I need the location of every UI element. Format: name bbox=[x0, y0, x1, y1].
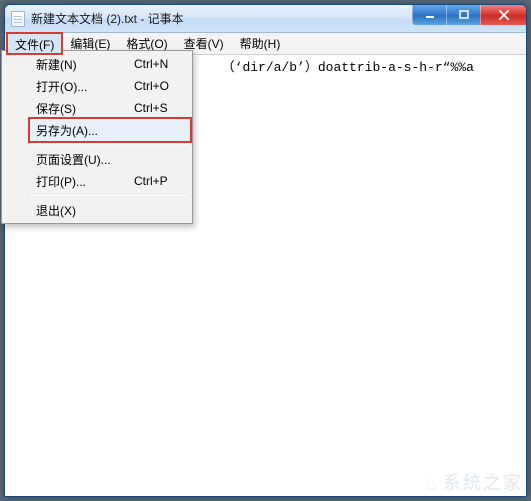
menu-item-new-shortcut: Ctrl+N bbox=[134, 57, 190, 71]
menu-item-save-as-label: 另存为(A)... bbox=[36, 122, 134, 139]
text-line: （‘dir/a/b’）doattrib-a-s-h-r“%%a bbox=[222, 60, 474, 75]
menu-item-print-shortcut: Ctrl+P bbox=[134, 174, 190, 188]
menu-separator bbox=[30, 195, 188, 196]
titlebar[interactable]: 新建文本文档 (2).txt - 记事本 bbox=[5, 5, 526, 33]
menu-item-new[interactable]: 新建(N) Ctrl+N bbox=[30, 53, 190, 75]
menu-file-label: 文件(F) bbox=[15, 36, 54, 53]
minimize-icon bbox=[425, 10, 435, 20]
menu-item-print-label: 打印(P)... bbox=[36, 173, 134, 190]
menu-item-save-label: 保存(S) bbox=[36, 100, 134, 117]
menu-item-save-shortcut: Ctrl+S bbox=[134, 101, 190, 115]
menu-item-open[interactable]: 打开(O)... Ctrl+O bbox=[30, 75, 190, 97]
menu-item-exit[interactable]: 退出(X) bbox=[30, 199, 190, 221]
menu-item-save-as[interactable]: 另存为(A)... bbox=[30, 119, 190, 141]
window-controls bbox=[412, 5, 526, 25]
menu-item-page-setup-label: 页面设置(U)... bbox=[36, 151, 134, 168]
menu-item-print[interactable]: 打印(P)... Ctrl+P bbox=[30, 170, 190, 192]
menu-help-label: 帮助(H) bbox=[240, 35, 281, 52]
menu-help[interactable]: 帮助(H) bbox=[232, 33, 289, 54]
notepad-icon bbox=[11, 11, 25, 27]
menu-item-page-setup[interactable]: 页面设置(U)... bbox=[30, 148, 190, 170]
maximize-button[interactable] bbox=[446, 5, 480, 25]
menu-item-exit-label: 退出(X) bbox=[36, 202, 134, 219]
menu-item-save[interactable]: 保存(S) Ctrl+S bbox=[30, 97, 190, 119]
window-title: 新建文本文档 (2).txt - 记事本 bbox=[31, 10, 184, 27]
menu-item-open-label: 打开(O)... bbox=[36, 78, 134, 95]
menu-item-open-shortcut: Ctrl+O bbox=[134, 79, 190, 93]
maximize-icon bbox=[459, 10, 469, 20]
menu-separator bbox=[30, 144, 188, 145]
menu-file[interactable]: 文件(F) bbox=[7, 33, 62, 54]
close-button[interactable] bbox=[480, 5, 526, 25]
minimize-button[interactable] bbox=[412, 5, 446, 25]
close-icon bbox=[498, 10, 510, 20]
menu-gutter bbox=[4, 53, 30, 221]
file-menu-dropdown: 新建(N) Ctrl+N 打开(O)... Ctrl+O 保存(S) Ctrl+… bbox=[1, 50, 193, 224]
menu-item-new-label: 新建(N) bbox=[36, 56, 134, 73]
